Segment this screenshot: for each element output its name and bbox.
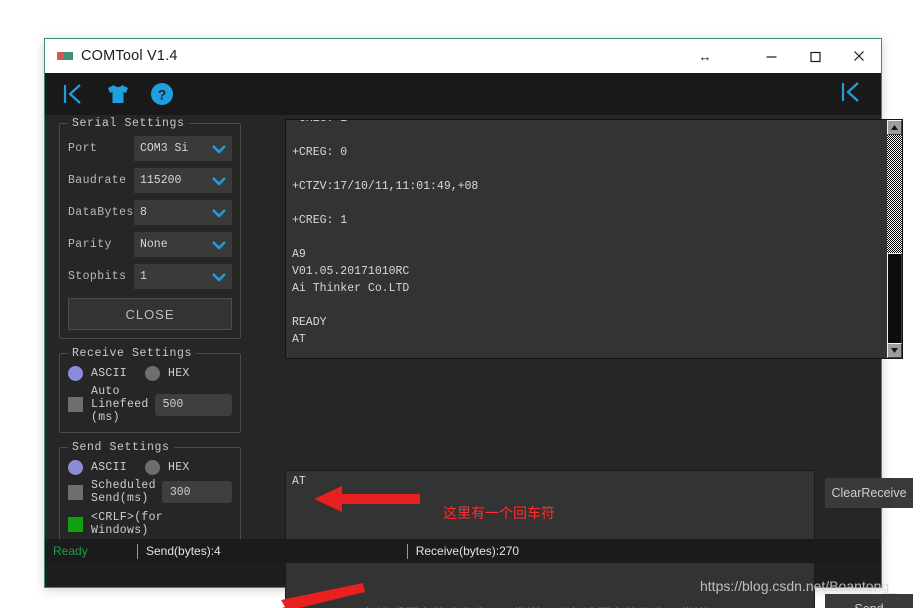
databytes-select[interactable]: 8 xyxy=(134,200,232,225)
scheduled-send-label-l1: Scheduled xyxy=(91,479,156,492)
serial-settings-group: Serial Settings Port COM3 Si Baudrate xyxy=(59,117,241,339)
chevron-down-icon xyxy=(209,267,229,287)
close-port-button[interactable]: CLOSE xyxy=(68,298,232,330)
send-ascii-radio[interactable] xyxy=(68,460,83,475)
stopbits-value: 1 xyxy=(140,270,147,283)
toolbar: ? xyxy=(45,73,881,115)
tshirt-theme-icon[interactable] xyxy=(105,82,131,106)
scheduled-send-label-l2: Send(ms) xyxy=(91,492,149,505)
chevron-down-icon xyxy=(209,139,229,159)
receive-hex-radio[interactable] xyxy=(145,366,160,381)
auto-linefeed-label-l3: (ms) xyxy=(91,411,120,424)
svg-text:?: ? xyxy=(158,87,167,103)
crlf-label: <CRLF>(for Windows) xyxy=(91,511,214,537)
title-bar: COMTool V1.4 ↔ xyxy=(45,39,881,73)
port-select[interactable]: COM3 Si xyxy=(134,136,232,161)
field-parity: Parity None xyxy=(68,232,232,257)
baudrate-value: 115200 xyxy=(140,174,181,187)
scheduled-send-input[interactable]: 300 xyxy=(162,481,232,503)
receive-display[interactable]: +CREG: 1 +CREG: 0 +CTZV:17/10/11,11:01:4… xyxy=(285,119,903,359)
chevron-down-icon xyxy=(209,171,229,191)
send-settings-group: Send Settings ASCII HEX ScheduledSend(ms… xyxy=(59,441,241,549)
auto-linefeed-label-l1: Auto xyxy=(91,385,120,398)
receive-ascii-radio[interactable] xyxy=(68,366,83,381)
stopbits-select[interactable]: 1 xyxy=(134,264,232,289)
scheduled-send-checkbox[interactable] xyxy=(68,485,83,500)
window-title: COMTool V1.4 xyxy=(81,48,178,64)
field-port: Port COM3 Si xyxy=(68,136,232,161)
scheduled-send-row: ScheduledSend(ms) 300 xyxy=(68,479,232,505)
chevron-down-icon xyxy=(209,235,229,255)
port-value: COM3 Si xyxy=(140,142,188,155)
receive-settings-legend: Receive Settings xyxy=(68,347,196,360)
baudrate-label: Baudrate xyxy=(68,174,134,187)
chevron-down-icon xyxy=(209,203,229,223)
help-question-icon[interactable]: ? xyxy=(149,81,175,107)
watermark: https://blog.csdn.net/Boantong_ xyxy=(700,578,897,594)
auto-linefeed-checkbox[interactable] xyxy=(68,397,83,412)
annotation-text-1: 这里有一个回车符 xyxy=(443,503,555,523)
maximize-button[interactable] xyxy=(793,39,837,73)
receive-format-row: ASCII HEX xyxy=(68,366,232,381)
resize-handle-icon[interactable]: ↔ xyxy=(687,39,723,73)
status-divider-1 xyxy=(137,544,138,559)
scroll-up-button[interactable] xyxy=(887,120,902,135)
send-format-row: ASCII HEX xyxy=(68,460,232,475)
auto-linefeed-row: AutoLinefeed(ms) 500 xyxy=(68,385,232,424)
annotation-arrow-2 xyxy=(245,581,365,608)
parity-label: Parity xyxy=(68,238,134,251)
receive-settings-group: Receive Settings ASCII HEX AutoLinefeed(… xyxy=(59,347,241,433)
field-databytes: DataBytes 8 xyxy=(68,200,232,225)
app-logo-icon xyxy=(57,52,73,60)
crlf-row: <CRLF>(for Windows) xyxy=(68,511,232,537)
status-ready: Ready xyxy=(45,544,137,558)
receive-ascii-label: ASCII xyxy=(91,367,127,380)
status-divider-2 xyxy=(407,544,408,559)
field-stopbits: Stopbits 1 xyxy=(68,264,232,289)
send-ascii-label: ASCII xyxy=(91,461,127,474)
receive-text: +CREG: 1 +CREG: 0 +CTZV:17/10/11,11:01:4… xyxy=(286,119,902,359)
scroll-down-button[interactable] xyxy=(887,343,902,358)
auto-linefeed-label: AutoLinefeed(ms) xyxy=(91,385,149,424)
parity-select[interactable]: None xyxy=(134,232,232,257)
stopbits-label: Stopbits xyxy=(68,270,134,283)
receive-scrollbar[interactable] xyxy=(887,120,902,358)
annotation-text-2: 勾选后回车符会作为\r\n发送，不勾选回车符作为\n发送 xyxy=(363,604,709,608)
close-button[interactable] xyxy=(837,39,881,73)
comtool-window: COMTool V1.4 ↔ xyxy=(44,38,882,588)
collapse-left-icon-right[interactable] xyxy=(839,79,865,110)
scheduled-send-label: ScheduledSend(ms) xyxy=(91,479,156,505)
status-bar: Ready Send(bytes):4 Receive(bytes):270 xyxy=(45,539,881,563)
databytes-label: DataBytes xyxy=(68,206,134,219)
annotation-arrow-1 xyxy=(312,481,422,517)
send-button[interactable]: Send xyxy=(825,594,913,608)
minimize-button[interactable] xyxy=(749,39,793,73)
send-settings-legend: Send Settings xyxy=(68,441,174,454)
status-receive-bytes: Receive(bytes):270 xyxy=(416,544,519,558)
clear-receive-button[interactable]: ClearReceive xyxy=(825,478,913,508)
databytes-value: 8 xyxy=(140,206,147,219)
serial-settings-legend: Serial Settings xyxy=(68,117,189,130)
auto-linefeed-label-l2: Linefeed xyxy=(91,398,149,411)
send-hex-label: HEX xyxy=(168,461,190,474)
baudrate-select[interactable]: 115200 xyxy=(134,168,232,193)
window-body: Serial Settings Port COM3 Si Baudrate xyxy=(45,115,881,563)
left-settings-column: Serial Settings Port COM3 Si Baudrate xyxy=(59,117,241,557)
collapse-left-icon[interactable] xyxy=(61,81,87,107)
parity-value: None xyxy=(140,238,168,251)
status-send-bytes: Send(bytes):4 xyxy=(146,544,221,558)
receive-hex-label: HEX xyxy=(168,367,190,380)
auto-linefeed-input[interactable]: 500 xyxy=(155,394,232,416)
screen: COMTool V1.4 ↔ xyxy=(0,0,924,608)
port-label: Port xyxy=(68,142,134,155)
field-baudrate: Baudrate 115200 xyxy=(68,168,232,193)
scrollbar-track[interactable] xyxy=(887,135,902,343)
send-hex-radio[interactable] xyxy=(145,460,160,475)
crlf-checkbox[interactable] xyxy=(68,517,83,532)
